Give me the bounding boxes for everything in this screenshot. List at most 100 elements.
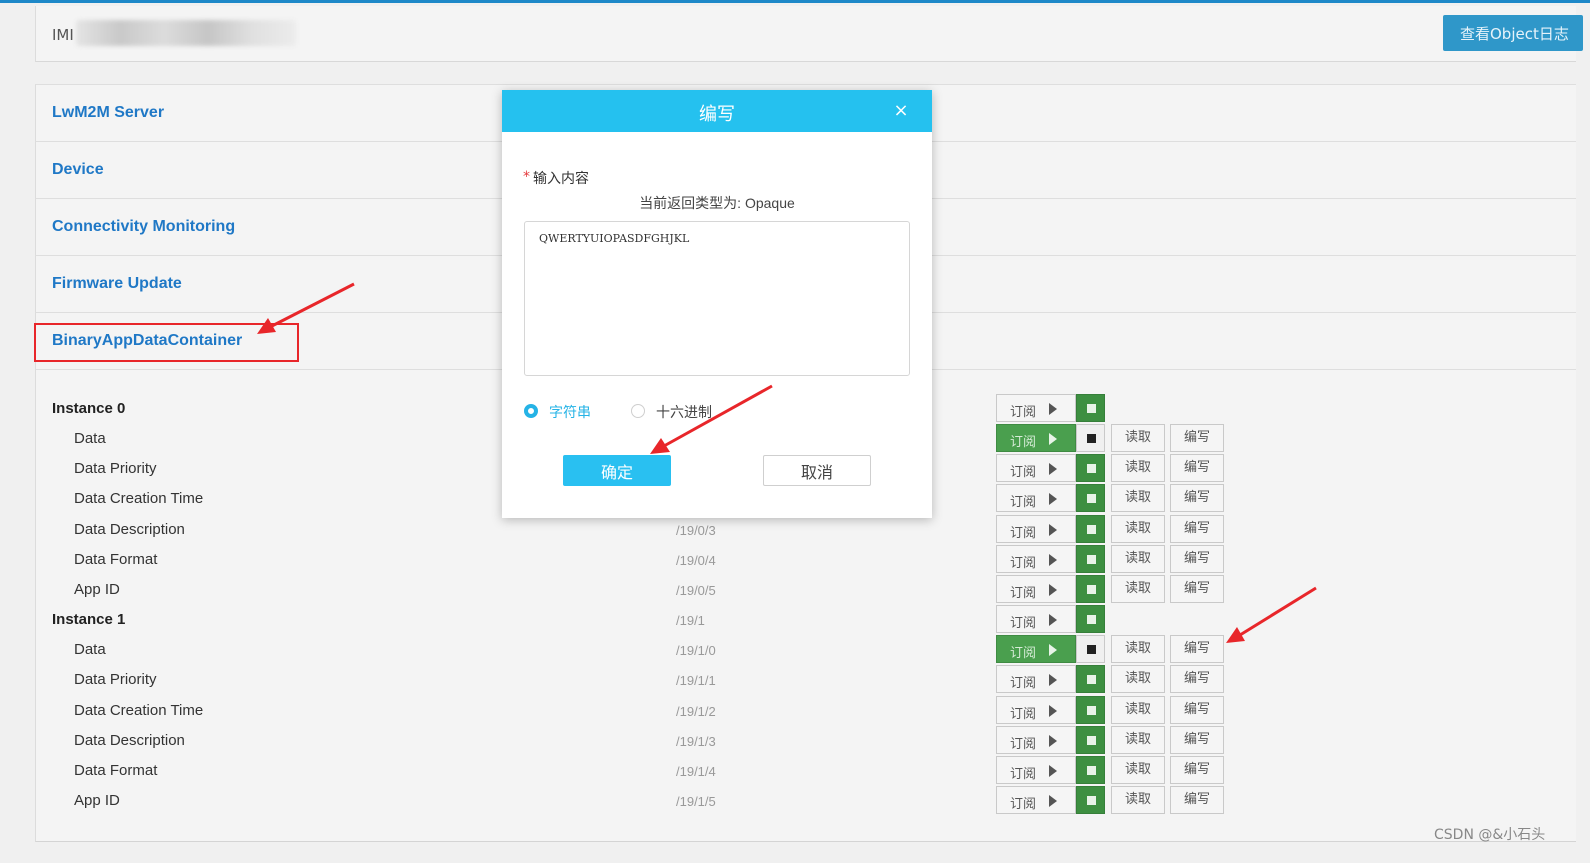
read-button[interactable]: 读取: [1111, 484, 1165, 512]
write-button[interactable]: 编写: [1170, 665, 1224, 693]
section-title[interactable]: Device: [52, 161, 104, 179]
stop-icon: [1087, 796, 1096, 805]
read-button[interactable]: 读取: [1111, 786, 1165, 814]
stop-button[interactable]: [1076, 394, 1105, 422]
stop-icon: [1087, 525, 1096, 534]
subscribe-button[interactable]: 订阅: [996, 424, 1076, 452]
field-label: 输入内容: [533, 171, 589, 187]
row-name: App ID: [74, 792, 120, 809]
stop-icon: [1087, 766, 1096, 775]
stop-button[interactable]: [1076, 756, 1105, 784]
subscribe-button[interactable]: 订阅: [996, 394, 1076, 422]
dialog-header: 编写 ×: [502, 90, 932, 132]
stop-button[interactable]: [1076, 635, 1105, 663]
subscribe-label: 订阅: [1010, 616, 1037, 631]
play-icon: [1049, 765, 1057, 777]
subscribe-button[interactable]: 订阅: [996, 545, 1076, 573]
read-button[interactable]: 读取: [1111, 515, 1165, 543]
radio-hex[interactable]: [631, 404, 645, 418]
stop-icon: [1087, 645, 1096, 654]
row-name: Data Format: [74, 551, 158, 568]
stop-button[interactable]: [1076, 515, 1105, 543]
stop-icon: [1087, 404, 1096, 413]
write-button[interactable]: 编写: [1170, 484, 1224, 512]
play-icon: [1049, 403, 1057, 415]
confirm-button[interactable]: 确定: [563, 455, 671, 486]
resource-row: App ID/19/0/5 订阅 读取 编写: [36, 575, 1576, 605]
stop-button[interactable]: [1076, 786, 1105, 814]
subscribe-button[interactable]: 订阅: [996, 605, 1076, 633]
close-icon[interactable]: ×: [891, 101, 911, 121]
stop-button[interactable]: [1076, 665, 1105, 693]
write-button[interactable]: 编写: [1170, 575, 1224, 603]
read-button[interactable]: 读取: [1111, 424, 1165, 452]
resource-row: Data Creation Time/19/1/2 订阅 读取 编写: [36, 696, 1576, 726]
read-button[interactable]: 读取: [1111, 665, 1165, 693]
annotation-highlight-box: [34, 323, 299, 362]
stop-button[interactable]: [1076, 726, 1105, 754]
subscribe-button[interactable]: 订阅: [996, 786, 1076, 814]
write-button[interactable]: 编写: [1170, 545, 1224, 573]
row-name: Instance 0: [52, 400, 126, 417]
row-path: /19/1/2: [676, 704, 716, 719]
write-button[interactable]: 编写: [1170, 515, 1224, 543]
subscribe-button[interactable]: 订阅: [996, 575, 1076, 603]
read-button[interactable]: 读取: [1111, 696, 1165, 724]
write-button[interactable]: 编写: [1170, 696, 1224, 724]
subscribe-label: 订阅: [1010, 435, 1037, 450]
subscribe-button[interactable]: 订阅: [996, 756, 1076, 784]
subscribe-label: 订阅: [1010, 737, 1037, 752]
write-button[interactable]: 编写: [1170, 756, 1224, 784]
subscribe-label: 订阅: [1010, 797, 1037, 812]
row-name: Data Description: [74, 521, 185, 538]
subscribe-button[interactable]: 订阅: [996, 635, 1076, 663]
cancel-button[interactable]: 取消: [763, 455, 871, 486]
resource-row: Data Priority/19/1/1 订阅 读取 编写: [36, 665, 1576, 695]
write-button[interactable]: 编写: [1170, 786, 1224, 814]
stop-button[interactable]: [1076, 454, 1105, 482]
section-title[interactable]: Firmware Update: [52, 275, 182, 293]
subscribe-button[interactable]: 订阅: [996, 665, 1076, 693]
stop-icon: [1087, 615, 1096, 624]
read-button[interactable]: 读取: [1111, 454, 1165, 482]
subscribe-label: 订阅: [1010, 676, 1037, 691]
stop-button[interactable]: [1076, 696, 1105, 724]
read-button[interactable]: 读取: [1111, 726, 1165, 754]
play-icon: [1049, 524, 1057, 536]
subscribe-button[interactable]: 订阅: [996, 726, 1076, 754]
write-button[interactable]: 编写: [1170, 726, 1224, 754]
subscribe-label: 订阅: [1010, 526, 1037, 541]
imei-label: IMI: [52, 26, 74, 44]
subscribe-button[interactable]: 订阅: [996, 515, 1076, 543]
row-path: /19/0/4: [676, 553, 716, 568]
subscribe-button[interactable]: 订阅: [996, 484, 1076, 512]
stop-button[interactable]: [1076, 575, 1105, 603]
write-button[interactable]: 编写: [1170, 635, 1224, 663]
subscribe-label: 订阅: [1010, 405, 1037, 420]
write-button[interactable]: 编写: [1170, 454, 1224, 482]
play-icon: [1049, 554, 1057, 566]
radio-string[interactable]: [524, 404, 538, 418]
subscribe-button[interactable]: 订阅: [996, 696, 1076, 724]
read-button[interactable]: 读取: [1111, 756, 1165, 784]
stop-button[interactable]: [1076, 545, 1105, 573]
write-button[interactable]: 编写: [1170, 424, 1224, 452]
section-title[interactable]: LwM2M Server: [52, 104, 164, 122]
section-title[interactable]: Connectivity Monitoring: [52, 218, 235, 236]
subscribe-button[interactable]: 订阅: [996, 454, 1076, 482]
row-path: /19/1/1: [676, 673, 716, 688]
stop-button[interactable]: [1076, 424, 1105, 452]
read-button[interactable]: 读取: [1111, 545, 1165, 573]
radio-hex-label[interactable]: 十六进制: [656, 402, 712, 422]
radio-string-label[interactable]: 字符串: [549, 402, 591, 422]
stop-button[interactable]: [1076, 484, 1105, 512]
read-button[interactable]: 读取: [1111, 635, 1165, 663]
view-object-log-button[interactable]: 查看Object日志: [1443, 15, 1583, 51]
play-icon: [1049, 795, 1057, 807]
stop-button[interactable]: [1076, 605, 1105, 633]
content-textarea[interactable]: QWERTYUIOPASDFGHJKL: [524, 221, 910, 376]
row-name: Data: [74, 641, 106, 658]
read-button[interactable]: 读取: [1111, 575, 1165, 603]
play-icon: [1049, 433, 1057, 445]
play-icon: [1049, 493, 1057, 505]
